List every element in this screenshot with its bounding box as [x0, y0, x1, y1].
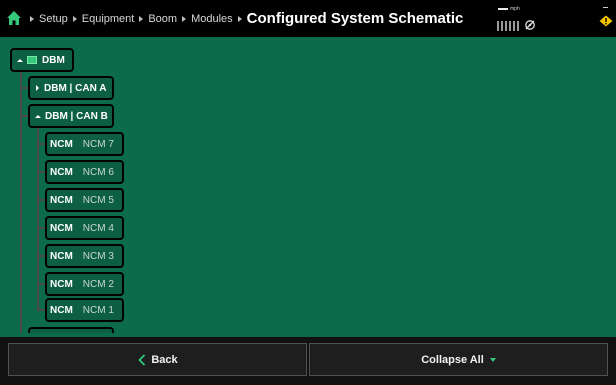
tree-node-ncm-4[interactable]: NCM NCM 4 [45, 216, 124, 240]
page-title: Configured System Schematic [246, 10, 464, 27]
tree-connector [37, 127, 39, 309]
breadcrumb-boom[interactable]: Boom [148, 13, 177, 25]
expand-caret-icon [36, 85, 39, 91]
menu-indicator[interactable] [603, 7, 608, 8]
node-name-label: NCM 4 [82, 222, 114, 234]
breadcrumb: Setup Equipment Boom Modules Configured … [25, 0, 463, 37]
node-name-label: NCM 5 [82, 194, 114, 206]
breadcrumb-setup[interactable]: Setup [39, 13, 68, 25]
breadcrumb-separator-icon [30, 15, 34, 22]
speed-value [498, 8, 508, 10]
module-icon [27, 56, 37, 64]
node-name-label: NCM 3 [82, 250, 114, 262]
chevron-left-icon [138, 353, 146, 366]
node-name-label: NCM 7 [82, 138, 114, 150]
tree-node-ncm-2[interactable]: NCM NCM 2 [45, 272, 124, 296]
collapse-all-label: Collapse All [421, 353, 484, 366]
warning-icon[interactable] [599, 15, 613, 27]
tree-node-label: DBM | CAN A [44, 82, 107, 94]
breadcrumb-separator-icon [72, 15, 77, 22]
tree-node-label: DBM [42, 54, 65, 66]
top-bar: Setup Equipment Boom Modules Configured … [0, 0, 616, 37]
tree-node-can-a[interactable]: DBM | CAN A [28, 76, 114, 100]
tree-node-partial[interactable] [28, 327, 114, 333]
node-type-label: NCM [50, 304, 73, 316]
home-icon[interactable] [6, 10, 22, 26]
node-name-label: NCM 1 [82, 304, 114, 316]
node-type-label: NCM [50, 138, 73, 150]
breadcrumb-separator-icon [139, 15, 144, 22]
tree-node-can-b[interactable]: DBM | CAN B [28, 104, 114, 128]
status-cluster[interactable]: mph [495, 4, 545, 34]
tree-node-ncm-3[interactable]: NCM NCM 3 [45, 244, 124, 268]
signal-icon [497, 21, 519, 31]
node-type-label: NCM [50, 166, 73, 178]
breadcrumb-separator-icon [182, 15, 187, 22]
node-type-label: NCM [50, 250, 73, 262]
node-type-label: NCM [50, 194, 73, 206]
tree-node-ncm-7[interactable]: NCM NCM 7 [45, 132, 124, 156]
speed-unit: mph [510, 6, 520, 12]
caret-down-icon [489, 357, 496, 362]
node-type-label: NCM [50, 222, 73, 234]
tree-node-dbm[interactable]: DBM [10, 48, 74, 72]
back-button-label: Back [151, 353, 178, 366]
breadcrumb-modules[interactable]: Modules [191, 13, 233, 25]
node-name-label: NCM 6 [82, 166, 114, 178]
collapse-caret-icon [35, 114, 41, 118]
tree-node-label: DBM | CAN B [45, 110, 108, 122]
bottom-bar: Back Collapse All [0, 337, 616, 385]
breadcrumb-equipment[interactable]: Equipment [82, 13, 135, 25]
breadcrumb-separator-icon [237, 15, 242, 22]
node-name-label: NCM 2 [82, 278, 114, 290]
collapse-caret-icon [17, 58, 23, 62]
node-type-label: NCM [50, 278, 73, 290]
tree-node-ncm-5[interactable]: NCM NCM 5 [45, 188, 124, 212]
back-button[interactable]: Back [8, 343, 307, 376]
tree-node-ncm-6[interactable]: NCM NCM 6 [45, 160, 124, 184]
tree-node-ncm-1[interactable]: NCM NCM 1 [45, 298, 124, 322]
gps-icon [525, 20, 535, 30]
collapse-all-button[interactable]: Collapse All [309, 343, 608, 376]
system-tree: DBM DBM | CAN A DBM | CAN B NCM NCM 7 NC… [0, 37, 616, 333]
tree-connector [20, 71, 22, 333]
